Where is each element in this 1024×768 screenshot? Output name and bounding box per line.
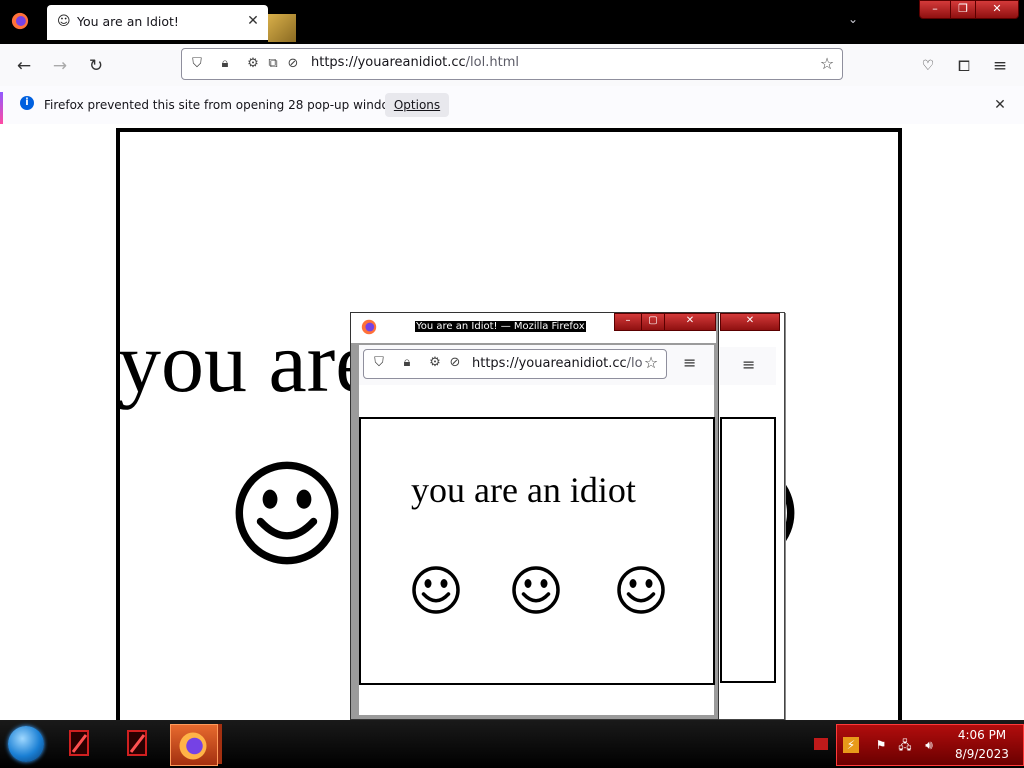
popup-page-content: you are an idiot	[359, 385, 715, 715]
extensions-icon[interactable]: ⧠	[951, 53, 977, 79]
smiley-face-icon	[235, 461, 339, 565]
tab-strip: ☺ You are an Idiot! ✕ ⌄ – ❐ ✕	[0, 0, 1024, 44]
smiley-face-icon	[617, 566, 665, 614]
system-tray: ⚡ ⚑ 🖧︎ 🔊︎ 4:06 PM 8/9/2023	[836, 724, 1024, 766]
popup-minimize-button[interactable]: –	[614, 313, 642, 331]
nav-bar: ← → ↻ ⛉ 🔒︎ ⚙︎ ⧉ ⊘ https://youareanidiot.…	[0, 44, 1024, 87]
minimize-button[interactable]: –	[919, 0, 951, 19]
tracking-blocked-icon[interactable]: ⊘	[446, 354, 464, 372]
popup-url-text[interactable]: https://youareanidiot.cc/lol.	[472, 356, 650, 371]
tab-title: You are an Idiot!	[77, 14, 179, 29]
notification-accent	[0, 92, 3, 124]
notification-close-icon[interactable]: ✕	[990, 95, 1010, 115]
clock-date[interactable]: 8/9/2023	[947, 747, 1017, 761]
clock-time[interactable]: 4:06 PM	[947, 728, 1017, 742]
popup-nav-fragment: ≡	[720, 347, 776, 385]
shield-icon[interactable]: ⛉	[370, 354, 388, 372]
firefox-logo-icon[interactable]	[11, 12, 29, 30]
popup-maximize-button[interactable]: ▢	[641, 313, 665, 331]
popup-url-bar[interactable]: ⛉ 🔒︎ ⚙︎ ⊘ https://youareanidiot.cc/lol. …	[363, 349, 667, 379]
smiley-face-icon	[412, 566, 460, 614]
popup-titlebar[interactable]: You are an Idiot! — Mozilla Firefox – ▢ …	[351, 313, 716, 343]
smiley-face-icon	[512, 566, 560, 614]
taskbar-app-icon[interactable]	[62, 726, 98, 762]
taskbar-app-icon[interactable]	[120, 726, 156, 762]
popup-window[interactable]: You are an Idiot! — Mozilla Firefox – ▢ …	[350, 312, 719, 720]
pocket-icon[interactable]: ♡	[915, 53, 941, 79]
volume-icon[interactable]: 🔊︎	[921, 737, 937, 753]
popup-blocked-icon[interactable]: ⧉	[264, 55, 282, 73]
background-window-thumbnail	[268, 14, 296, 42]
popup-close-button[interactable]: ✕	[720, 313, 780, 331]
firefox-logo-icon	[179, 732, 207, 760]
url-bar[interactable]: ⛉ 🔒︎ ⚙︎ ⧉ ⊘ https://youareanidiot.cc/lol…	[181, 48, 843, 80]
tab-active[interactable]: ☺ You are an Idiot! ✕	[47, 5, 268, 40]
smiley-favicon-icon: ☺	[57, 14, 71, 29]
options-button[interactable]: Options	[385, 93, 449, 117]
popup-blocked-notification: i Firefox prevented this site from openi…	[0, 86, 1024, 125]
popup-page-frame	[720, 417, 776, 683]
popup-window-stacked[interactable]: ✕ ≡	[717, 312, 785, 720]
reload-icon[interactable]: ↻	[83, 53, 109, 79]
list-all-tabs-chevron-icon[interactable]: ⌄	[843, 12, 863, 32]
info-icon: i	[20, 96, 34, 110]
network-icon[interactable]: 🖧︎	[897, 737, 913, 753]
menu-hamburger-icon[interactable]: ≡	[987, 53, 1013, 79]
shield-icon[interactable]: ⛉	[188, 55, 206, 73]
notification-message: Firefox prevented this site from opening…	[44, 98, 409, 112]
bookmark-star-icon[interactable]: ☆	[818, 55, 836, 73]
lock-icon[interactable]: 🔒︎	[216, 55, 234, 73]
taskbar-firefox-button[interactable]	[170, 724, 218, 766]
popup-headline: you are an idiot	[411, 470, 636, 510]
tab-close-icon[interactable]: ✕	[243, 11, 263, 31]
forward-arrow-icon[interactable]: →	[47, 53, 73, 79]
popup-page-frame	[359, 417, 715, 685]
action-center-flag-icon[interactable]: ⚑	[873, 737, 889, 753]
lock-icon[interactable]: 🔒︎	[398, 354, 416, 372]
url-text[interactable]: https://youareanidiot.cc/lol.html	[311, 55, 519, 70]
firefox-logo-icon	[361, 319, 377, 335]
restore-button[interactable]: ❐	[950, 0, 976, 19]
tracking-blocked-icon[interactable]: ⊘	[284, 55, 302, 73]
back-arrow-icon[interactable]: ←	[11, 53, 37, 79]
bookmark-star-icon[interactable]: ☆	[642, 354, 660, 372]
start-orb-button[interactable]	[8, 726, 44, 762]
show-hidden-icons-arrow-icon[interactable]	[814, 738, 828, 750]
taskbar-stack-indicator	[218, 724, 222, 764]
popup-close-button[interactable]: ✕	[664, 313, 716, 331]
permissions-icon[interactable]: ⚙︎	[426, 354, 444, 372]
close-window-button[interactable]: ✕	[975, 0, 1019, 19]
popup-nav-bar: ⛉ 🔒︎ ⚙︎ ⊘ https://youareanidiot.cc/lol. …	[359, 345, 714, 385]
menu-hamburger-icon[interactable]: ≡	[683, 353, 696, 372]
menu-hamburger-icon[interactable]: ≡	[742, 355, 755, 374]
taskbar: ⚡ ⚑ 🖧︎ 🔊︎ 4:06 PM 8/9/2023	[0, 720, 1024, 768]
popup-window-title: You are an Idiot! — Mozilla Firefox	[415, 321, 586, 332]
permissions-icon[interactable]: ⚙︎	[244, 55, 262, 73]
tray-app-icon[interactable]: ⚡	[843, 737, 859, 753]
